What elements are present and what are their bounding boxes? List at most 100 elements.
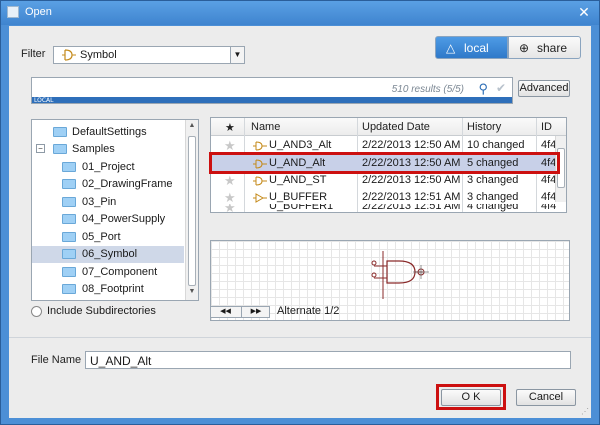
advanced-button[interactable]: Advanced — [518, 80, 570, 97]
folder-icon — [53, 144, 67, 154]
divider — [9, 337, 591, 338]
tree-item-label: 06_Symbol — [82, 248, 138, 260]
tree-item-label: 04_PowerSupply — [82, 213, 166, 225]
results-count: 510 results (5/5) — [391, 84, 464, 95]
tree-item-label: 03_Pin — [82, 196, 117, 208]
folder-icon — [62, 249, 76, 259]
name-column-header[interactable]: Name — [251, 121, 280, 133]
close-button[interactable]: ✕ — [577, 5, 591, 19]
folder-icon — [62, 232, 76, 242]
row-id: 4f4 — [541, 204, 556, 212]
scroll-up-icon[interactable]: ▲ — [187, 122, 197, 132]
open-dialog: Open ✕ Filter Symbol ▼ △ local ⊕ share 5… — [0, 0, 600, 425]
preview-navigator[interactable]: ◀◀ ▶▶ — [210, 306, 270, 318]
search-icon[interactable]: ⚲ — [478, 81, 488, 97]
row-name: U_BUFFER — [269, 191, 328, 203]
tree-item[interactable]: 01_Project — [32, 159, 184, 176]
title-bar[interactable]: Open ✕ — [1, 1, 599, 25]
triangle-icon: △ — [446, 41, 456, 55]
tree-item-label: 01_Project — [82, 161, 135, 173]
app-icon — [7, 6, 19, 18]
row-name: U_AND_ST — [269, 174, 327, 186]
symbol-icon — [253, 141, 267, 151]
row-history: 3 changed — [467, 191, 519, 203]
tree-item-label: 02_DrawingFrame — [82, 178, 173, 190]
table-header: ★ Name Updated Date History ID — [211, 118, 566, 136]
include-subdirectories-label: Include Subdirectories — [47, 305, 156, 317]
share-toggle-label: share — [537, 41, 568, 55]
folder-icon — [62, 214, 76, 224]
tree-item-label: Samples — [72, 143, 115, 155]
folder-icon — [62, 179, 76, 189]
tree-item[interactable]: 04_PowerSupply — [32, 211, 184, 228]
folder-tree[interactable]: DefaultSettings − Samples 01_Project 02_… — [31, 119, 199, 301]
row-id: 4f4 — [541, 174, 557, 186]
ok-highlight-annotation — [436, 384, 506, 410]
favorite-star-icon[interactable]: ★ — [224, 173, 236, 189]
row-updated: 2/22/2013 12:50 AM — [362, 174, 461, 186]
tree-item-label: 08_Footprint — [82, 283, 144, 295]
tree-item-label: 07_Component — [82, 266, 158, 278]
folder-icon — [53, 127, 67, 137]
history-column-header[interactable]: History — [467, 121, 501, 133]
checkbox-icon[interactable] — [31, 306, 42, 317]
row-history: 10 changed — [467, 139, 525, 151]
cancel-button[interactable]: Cancel — [516, 389, 576, 406]
tree-item-label: 05_Port — [82, 231, 121, 243]
row-updated: 2/22/2013 12:51 AM — [362, 191, 461, 203]
scope-bar — [32, 97, 512, 103]
symbol-icon — [62, 49, 76, 61]
globe-icon: ⊕ — [519, 41, 530, 55]
row-id: 4f4 — [541, 139, 557, 151]
folder-icon — [62, 267, 76, 277]
star-column-header[interactable]: ★ — [225, 121, 235, 134]
search-input[interactable]: 510 results (5/5) ⚲ ✔ LOCAL — [31, 77, 513, 104]
preview-page-label: Alternate 1/2 — [277, 305, 340, 317]
tree-item[interactable]: 02_DrawingFrame — [32, 176, 184, 193]
dialog-body: Filter Symbol ▼ △ local ⊕ share 510 resu… — [9, 26, 591, 418]
row-updated: 2/22/2013 12:50 AM — [362, 139, 461, 151]
window-title: Open — [25, 6, 52, 18]
share-toggle-button[interactable]: ⊕ share — [508, 36, 581, 59]
symbol-icon — [253, 193, 267, 203]
favorite-star-icon[interactable]: ★ — [224, 204, 236, 212]
row-updated: 2/22/2013 12:51 AM — [362, 204, 461, 212]
tree-item[interactable]: DefaultSettings — [32, 124, 184, 141]
resize-grip-icon[interactable]: ⋰ — [581, 407, 589, 416]
check-icon[interactable]: ✔ — [496, 81, 506, 95]
tree-item[interactable]: 08_Footprint — [32, 281, 184, 298]
local-toggle-label: local — [464, 41, 489, 55]
tree-item[interactable]: 05_Port — [32, 229, 184, 246]
scope-tag: LOCAL — [34, 97, 54, 104]
collapse-icon[interactable]: − — [36, 144, 45, 153]
row-history: 3 changed — [467, 174, 519, 186]
symbol-icon — [253, 176, 267, 186]
tree-item[interactable]: − Samples — [32, 141, 184, 158]
filter-value: Symbol — [80, 49, 117, 61]
id-column-header[interactable]: ID — [541, 121, 552, 133]
file-name-field[interactable]: U_AND_Alt — [85, 351, 571, 369]
file-name-label: File Name — [31, 354, 82, 366]
tree-item-label: DefaultSettings — [72, 126, 147, 138]
local-toggle-button[interactable]: △ local — [435, 36, 508, 59]
filter-label: Filter — [21, 48, 46, 60]
row-highlight-annotation — [209, 152, 560, 174]
chevron-down-icon[interactable]: ▼ — [230, 47, 244, 63]
tree-item[interactable]: 07_Component — [32, 264, 184, 281]
scroll-down-icon[interactable]: ▼ — [187, 288, 197, 298]
row-name: U_AND3_Alt — [269, 139, 332, 151]
next-icon[interactable]: ▶▶ — [241, 307, 270, 317]
scroll-thumb[interactable] — [188, 136, 196, 286]
folder-icon — [62, 284, 76, 294]
row-history: 4 changed — [467, 204, 519, 212]
table-row[interactable]: ★ U_AND_ST 2/22/2013 12:50 AM 3 changed … — [211, 172, 556, 189]
tree-item-selected[interactable]: 06_Symbol — [32, 246, 184, 263]
tree-item[interactable]: 03_Pin — [32, 194, 184, 211]
filter-dropdown[interactable]: Symbol ▼ — [53, 46, 245, 64]
updated-column-header[interactable]: Updated Date — [362, 121, 430, 133]
table-row[interactable]: ★ U_BUFFER1 2/22/2013 12:51 AM 4 changed… — [211, 204, 556, 212]
row-name: U_BUFFER1 — [269, 204, 334, 212]
tree-scrollbar[interactable]: ▲ ▼ — [185, 120, 198, 300]
previous-icon[interactable]: ◀◀ — [211, 307, 240, 317]
row-id: 4f4 — [541, 191, 557, 203]
